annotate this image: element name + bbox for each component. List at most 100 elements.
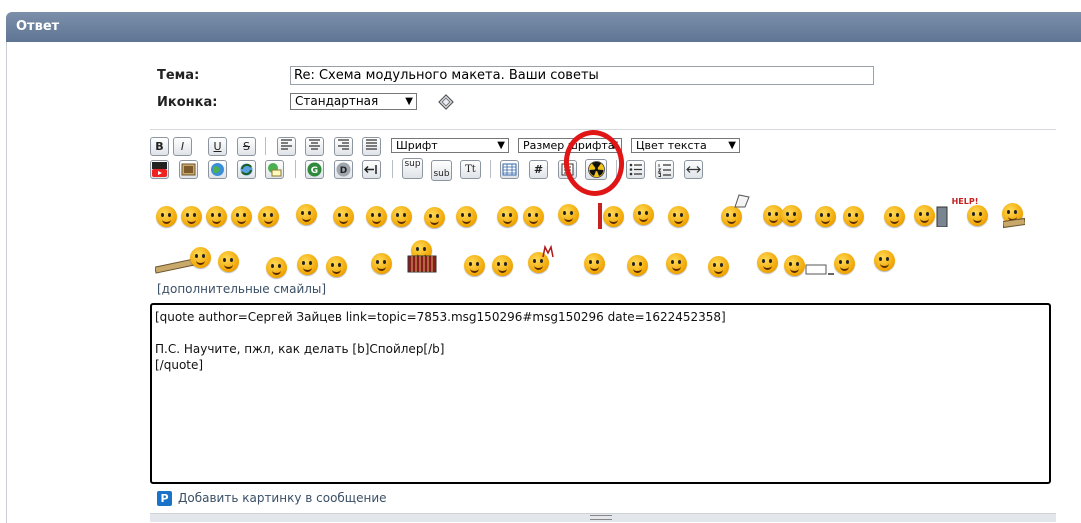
email-globe-icon xyxy=(268,163,282,177)
move-arrow-icon xyxy=(363,165,377,174)
smiley-icon[interactable] xyxy=(843,206,864,227)
smiley-icon[interactable] xyxy=(333,206,354,227)
smiley-icon[interactable] xyxy=(258,206,279,227)
message-icon-preview xyxy=(438,94,454,110)
smiley-icon[interactable] xyxy=(391,206,412,227)
paper-prop-icon xyxy=(805,264,834,275)
smiley-icon[interactable] xyxy=(627,255,648,276)
font-select[interactable]: Шрифт ▼ xyxy=(391,138,509,153)
align-center-button[interactable] xyxy=(305,137,324,156)
devil-horns-icon xyxy=(542,245,554,258)
strike-button[interactable]: S xyxy=(237,137,256,156)
svg-text:HELP!: HELP! xyxy=(952,197,978,206)
smiley-icon[interactable] xyxy=(914,205,935,226)
smiley-icon[interactable] xyxy=(492,255,513,276)
smiley-icon[interactable] xyxy=(218,251,239,272)
smiley-icon[interactable] xyxy=(633,204,654,225)
smiley-icon[interactable] xyxy=(371,253,392,274)
align-right-button[interactable] xyxy=(334,137,353,156)
plank-prop-icon xyxy=(155,258,195,274)
smiley-icon[interactable] xyxy=(366,206,387,227)
toolbar-divider xyxy=(392,160,393,178)
smiley-icon[interactable] xyxy=(231,206,252,227)
add-image-link[interactable]: P Добавить картинку в сообщение xyxy=(157,490,387,506)
smiley-icon[interactable] xyxy=(523,206,544,227)
smiley-icon[interactable] xyxy=(296,204,317,225)
smiley-icon[interactable] xyxy=(584,253,605,274)
toolbar-separator xyxy=(150,129,1056,130)
icon-select[interactable]: Стандартная ▼ xyxy=(290,93,417,110)
bullet-list-icon xyxy=(629,163,642,176)
smiley-icon[interactable] xyxy=(206,206,227,227)
smiley-icon[interactable] xyxy=(668,206,689,227)
ftp-button[interactable] xyxy=(237,160,256,179)
smiley-icon[interactable] xyxy=(156,206,177,227)
link-button[interactable] xyxy=(208,160,227,179)
smiley-icon[interactable] xyxy=(190,247,211,268)
smiley-icon[interactable] xyxy=(181,206,202,227)
color-select[interactable]: Цвет текста ▼ xyxy=(631,138,740,153)
svg-text:G: G xyxy=(311,166,318,176)
italic-button[interactable]: I xyxy=(173,137,192,156)
horizontal-rule-icon xyxy=(686,166,701,173)
smiley-icon[interactable] xyxy=(497,206,518,227)
smiley-icon[interactable] xyxy=(558,204,579,225)
smiley-icon[interactable] xyxy=(834,253,855,274)
accordion-prop-icon xyxy=(407,255,437,273)
smiley-icon[interactable] xyxy=(456,206,477,227)
smiley-icon[interactable] xyxy=(874,250,895,271)
align-right-icon xyxy=(338,139,349,150)
smiley-icon[interactable] xyxy=(666,253,687,274)
align-justify-button[interactable] xyxy=(362,137,381,156)
table-icon xyxy=(502,163,517,176)
smiley-icon[interactable] xyxy=(326,256,347,277)
smiley-icon[interactable] xyxy=(708,256,729,277)
help-sign-icon: HELP! xyxy=(952,197,978,206)
smiley-icon[interactable] xyxy=(603,206,624,227)
font-select-value: Шрифт xyxy=(396,139,438,152)
smiley-icon[interactable] xyxy=(721,206,742,227)
refresh-globe-icon xyxy=(240,163,253,176)
image-button[interactable] xyxy=(179,160,198,179)
smiley-icon[interactable] xyxy=(784,255,805,276)
smiley-icon[interactable] xyxy=(266,257,287,278)
message-textarea[interactable]: [quote author=Сергей Зайцев link=topic=7… xyxy=(150,303,1051,484)
toolbar-divider xyxy=(265,137,266,155)
plank-prop-icon xyxy=(1003,217,1025,229)
globe-icon xyxy=(211,163,224,176)
teletype-button[interactable]: Tt xyxy=(460,160,481,179)
smiley-icon[interactable] xyxy=(781,205,802,226)
table-button[interactable] xyxy=(500,160,519,179)
horizontal-rule-button[interactable] xyxy=(684,160,703,179)
smiley-icon[interactable] xyxy=(424,207,445,228)
underline-button[interactable]: U xyxy=(208,137,227,156)
align-left-button[interactable] xyxy=(277,137,296,156)
image-upload-icon: P xyxy=(157,491,172,506)
subject-input[interactable]: Re: Схема модульного макета. Ваши советы xyxy=(290,66,874,85)
email-button[interactable] xyxy=(265,160,284,179)
align-left-icon xyxy=(281,139,292,150)
chevron-down-icon: ▼ xyxy=(405,96,413,107)
superscript-button[interactable]: sup xyxy=(402,158,423,179)
pc-prop-icon xyxy=(936,206,948,227)
code-button[interactable]: # xyxy=(529,160,548,179)
toolbar-divider xyxy=(295,160,296,178)
add-image-label: Добавить картинку в сообщение xyxy=(178,491,387,505)
bold-button[interactable]: B xyxy=(150,137,169,156)
smiley-icon[interactable] xyxy=(815,206,836,227)
smiley-icon[interactable] xyxy=(464,255,485,276)
more-smileys-link[interactable]: [дополнительные смайлы] xyxy=(157,282,326,296)
svg-text:D: D xyxy=(340,166,347,176)
shadow-button[interactable]: D xyxy=(334,160,353,179)
smiley-icon[interactable] xyxy=(757,252,778,273)
subject-label: Тема: xyxy=(157,68,200,83)
glow-button[interactable]: G xyxy=(305,160,324,179)
subscript-button[interactable]: sub xyxy=(431,160,452,181)
bullet-list-button[interactable] xyxy=(626,160,645,179)
youtube-button[interactable] xyxy=(150,160,169,179)
icon-label: Иконка: xyxy=(157,95,218,110)
smiley-icon[interactable] xyxy=(297,254,318,275)
smiley-icon[interactable] xyxy=(884,206,905,227)
move-button[interactable] xyxy=(362,160,381,179)
numbered-list-button[interactable] xyxy=(655,160,674,179)
